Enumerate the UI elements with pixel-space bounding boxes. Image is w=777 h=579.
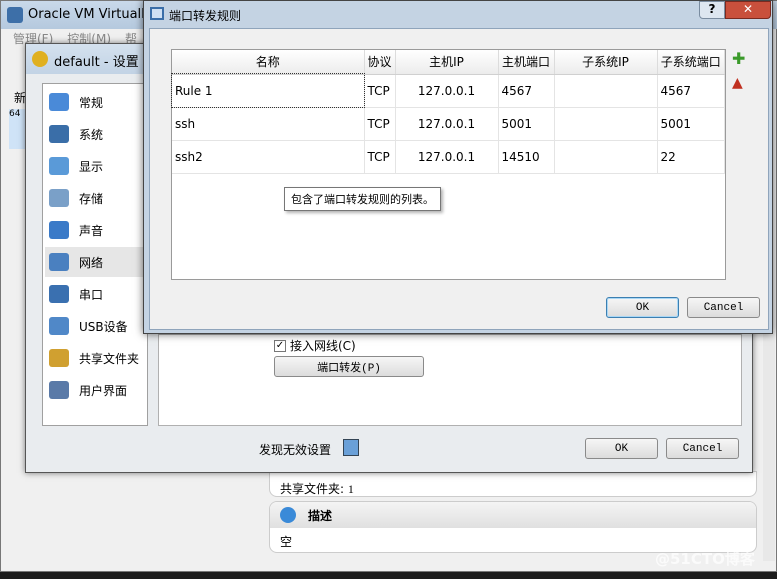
sidebar-item-5[interactable]: 网络 [45,247,147,277]
table-cell[interactable]: 4567 [657,74,725,108]
add-rule-icon[interactable]: ✚ [732,51,750,67]
pf-ok-button[interactable]: OK [606,297,679,318]
table-cell[interactable] [554,74,658,108]
table-cell[interactable]: ssh [172,107,365,141]
settings-ok-button[interactable]: OK [585,438,658,459]
table-row[interactable]: ssh TCP 127.0.0.1 5001 5001 [172,107,725,141]
usb-icon [49,317,69,335]
settings-sidebar: 常规系统显示存储声音网络串口 USB设备共享文件夹用户界面 [42,83,148,426]
cable-connected-checkbox[interactable]: ✓ 接入网线(C) [274,337,356,354]
description-title: 描述 [308,508,333,523]
serial-icon [49,285,69,303]
invalid-settings-label: 发现无效设置 [259,443,332,457]
window-icon [49,381,69,399]
sidebar-item-4[interactable]: 声音 [45,215,147,245]
table-row[interactable]: ssh2 TCP 127.0.0.1 14510 22 [172,140,725,174]
column-header[interactable]: 名称 [172,50,365,75]
sidebar-item-label: 声音 [79,223,104,238]
column-header[interactable]: 子系统IP [554,50,658,75]
shared-folders-panel: 共享文件夹: 1 [269,471,757,497]
network-window-icon [150,7,164,20]
table-cell[interactable] [554,107,658,141]
checkbox-check-icon: ✓ [274,339,286,352]
table-tooltip: 包含了端口转发规则的列表。 [284,187,441,211]
pf-content: 名称 协议 主机IP 主机端口 子系统IP 子系统端口 Rule 1 TCP 127.0.0.… [149,28,769,330]
sidebar-item-label: 串口 [79,287,104,302]
table-cell[interactable] [554,140,658,174]
disk-icon [49,189,69,207]
table-cell[interactable]: 127.0.0.1 [395,140,499,174]
pf-title-bar: 端口转发规则 ? ✕ [144,1,772,27]
network-icon [49,253,69,271]
remove-rule-icon[interactable]: ▲ [732,75,750,91]
table-cell[interactable]: 22 [657,140,725,174]
settings-title: default - 设置 [54,55,139,70]
main-scrollbar[interactable] [763,331,775,561]
speech-bubble-icon [280,507,296,523]
sidebar-item-6[interactable]: 串口 [45,279,147,309]
sidebar-item-label: 系统 [79,127,104,142]
column-header[interactable]: 子系统端口 [657,50,725,75]
sidebar-item-0[interactable]: 常规 [45,87,147,117]
port-forwarding-dialog: 端口转发规则 ? ✕ 名称 协议 主机IP 主机端口 子系统IP 子系统端口 Rule 1… [143,0,773,334]
sidebar-item-8[interactable]: 共享文件夹 [45,343,147,373]
sidebar-item-label: 常规 [79,95,104,110]
network-content-panel: ✓ 接入网线(C) 端口转发(P) [158,334,742,426]
sidebar-item-2[interactable]: 显示 [45,151,147,181]
folder-icon [49,349,69,367]
watermark: @51CTO博客 [655,550,755,568]
column-header[interactable]: 主机端口 [498,50,555,75]
column-header[interactable]: 协议 [364,50,396,75]
pf-cancel-button[interactable]: Cancel [687,297,760,318]
monitor-icon [49,93,69,111]
vm-badge: 64 [9,109,21,119]
virtualbox-logo-icon [7,7,23,23]
table-cell[interactable]: 127.0.0.1 [395,74,499,108]
shared-folders-value: 1 [347,482,354,496]
settings-cancel-button[interactable]: Cancel [666,438,739,459]
table-cell[interactable]: TCP [364,74,396,108]
main-title: Oracle VM VirtualBo [28,7,159,22]
help-button[interactable]: ? [699,1,725,19]
table-cell[interactable]: 14510 [498,140,555,174]
sidebar-item-label: 显示 [79,159,104,174]
sidebar-item-9[interactable]: 用户界面 [45,375,147,405]
description-panel: 描述 空 [269,501,757,553]
display-icon [49,157,69,175]
sidebar-item-label: USB设备 [79,319,128,334]
table-cell[interactable]: 5001 [657,107,725,141]
speaker-icon [49,221,69,239]
warning-icon[interactable] [343,439,359,456]
pf-title: 端口转发规则 [169,9,242,23]
table-cell[interactable]: 127.0.0.1 [395,107,499,141]
sidebar-item-label: 网络 [79,255,104,270]
rules-table[interactable]: 名称 协议 主机IP 主机端口 子系统IP 子系统端口 Rule 1 TCP 127.0.0.… [171,49,726,280]
sidebar-item-1[interactable]: 系统 [45,119,147,149]
table-cell[interactable]: TCP [364,107,396,141]
port-forward-button[interactable]: 端口转发(P) [274,356,424,377]
sidebar-item-label: 用户界面 [79,383,128,398]
table-cell[interactable]: TCP [364,140,396,174]
table-cell[interactable]: 4567 [498,74,555,108]
table-row[interactable]: Rule 1 TCP 127.0.0.1 4567 4567 [171,73,725,108]
table-cell[interactable]: ssh2 [172,140,365,174]
sidebar-item-label: 存储 [79,191,104,206]
sidebar-item-label: 共享文件夹 [79,351,140,366]
gear-icon [32,51,48,67]
table-cell[interactable]: 5001 [498,107,555,141]
table-cell[interactable]: Rule 1 [171,73,365,108]
column-header[interactable]: 主机IP [395,50,499,75]
close-button[interactable]: ✕ [725,1,771,19]
shared-folders-label: 共享文件夹: [280,482,345,496]
sidebar-item-7[interactable]: USB设备 [45,311,147,341]
sidebar-item-3[interactable]: 存储 [45,183,147,213]
chip-icon [49,125,69,143]
cable-connected-label: 接入网线(C) [290,339,356,353]
